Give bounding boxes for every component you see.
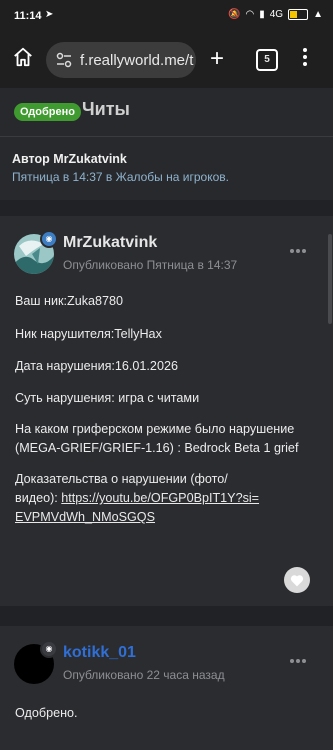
url-text[interactable]: f.reallyworld.me/t	[80, 52, 193, 69]
post-line: Суть нарушения: игра с читами	[15, 391, 200, 405]
browser-toolbar: f.reallyworld.me/t + 5	[0, 32, 333, 88]
post-line: Одобрено.	[15, 706, 78, 720]
new-tab-icon[interactable]: +	[210, 47, 224, 71]
mute-icon: 🔕	[228, 9, 241, 20]
post-username[interactable]: kotikk_01	[63, 644, 136, 662]
home-icon[interactable]	[12, 46, 34, 68]
like-button[interactable]	[284, 567, 310, 593]
thread-title: Читы	[82, 99, 130, 119]
vpn-icon: ▲	[313, 9, 323, 20]
more-icon[interactable]	[290, 249, 306, 253]
status-badge: Одобрено	[14, 103, 81, 121]
thread-meta[interactable]: Пятница в 14:37 в Жалобы на игроков.	[12, 170, 229, 184]
thread-author[interactable]: Автор MrZukatvink	[12, 152, 127, 166]
user-badge-icon: ◉	[40, 230, 58, 248]
more-icon[interactable]	[290, 659, 306, 663]
status-bar: 11:14 ➤ 🔕 ◠ ▮ 4G ▲	[0, 0, 333, 32]
divider	[0, 136, 333, 137]
network-label: 4G	[269, 9, 284, 20]
address-bar[interactable]: f.reallyworld.me/t	[46, 42, 196, 78]
battery-icon	[288, 9, 309, 20]
post-line: На каком гриферском режиме было нарушени…	[15, 422, 299, 455]
post-line: Ник нарушителя:TellyHax	[15, 327, 162, 341]
post-line: Ваш ник:Zuka8780	[15, 294, 124, 308]
post-line: Дата нарушения:16.01.2026	[15, 359, 178, 373]
wifi-icon: ◠	[245, 9, 255, 20]
post: ◉ MrZukatvink Опубликовано Пятница в 14:…	[0, 216, 333, 606]
post: ◉ kotikk_01 Опубликовано 22 часа назад О…	[0, 626, 333, 750]
menu-icon[interactable]	[303, 48, 307, 69]
lte-icon: ▮	[259, 9, 265, 20]
post-line: Доказательства о нарушении (фото/видео):…	[15, 470, 265, 527]
thread-header: Одобрено Читы Автор MrZukatvink Пятница …	[0, 88, 333, 200]
scrollbar[interactable]	[328, 234, 332, 324]
heart-icon	[290, 574, 304, 586]
post-date[interactable]: Опубликовано Пятница в 14:37	[63, 258, 237, 272]
telegram-icon: ➤	[45, 9, 54, 20]
tab-switcher-button[interactable]: 5	[256, 49, 278, 71]
status-time: 11:14	[14, 10, 42, 22]
post-date[interactable]: Опубликовано 22 часа назад	[63, 668, 225, 682]
site-settings-icon[interactable]	[56, 52, 72, 68]
post-username[interactable]: MrZukatvink	[63, 234, 157, 252]
status-icons: 🔕 ◠ ▮ 4G ▲	[228, 9, 323, 20]
user-badge-icon: ◉	[40, 640, 58, 658]
